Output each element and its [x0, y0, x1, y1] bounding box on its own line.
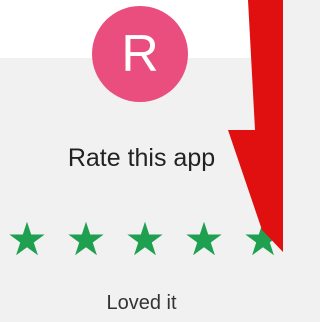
star-1-icon[interactable]: ★	[4, 216, 50, 262]
star-4-icon[interactable]: ★	[181, 216, 227, 262]
star-rating[interactable]: ★ ★ ★ ★ ★	[0, 216, 283, 268]
avatar-letter: R	[121, 25, 159, 83]
rating-caption: Loved it	[106, 292, 177, 314]
star-5-icon[interactable]: ★	[240, 216, 286, 262]
dialog-title: Rate this app	[67, 144, 216, 172]
star-2-icon[interactable]: ★	[63, 216, 109, 262]
app-avatar: R	[92, 6, 188, 102]
star-3-icon[interactable]: ★	[122, 216, 168, 262]
